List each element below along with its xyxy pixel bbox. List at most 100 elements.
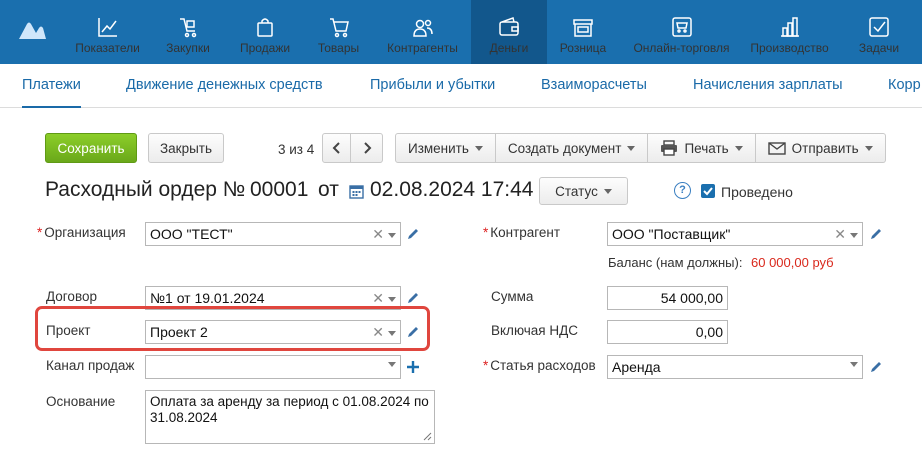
contract-value: №1 от 19.01.2024 xyxy=(150,290,265,306)
vat-label: Включая НДС xyxy=(491,323,579,338)
sales-channel-label: Канал продаж xyxy=(46,358,135,373)
status-label: Статус xyxy=(555,183,598,199)
sales-channel-field[interactable] xyxy=(145,355,401,379)
nav-item-tasks[interactable]: Задачи xyxy=(846,0,912,64)
document-title-prefix: Расходный ордер № xyxy=(45,178,246,201)
nav-label: Онлайн-торговля xyxy=(633,41,730,55)
balance-value: 60 000,00 руб xyxy=(751,255,834,270)
dropdown-arrow-icon[interactable] xyxy=(850,232,858,238)
status-dropdown[interactable]: Статус xyxy=(539,177,628,205)
wallet-icon xyxy=(499,17,519,36)
cart-icon xyxy=(329,18,349,38)
next-button[interactable] xyxy=(351,133,383,163)
counterparty-field[interactable]: ООО "Поставщик" ✕ xyxy=(607,222,863,246)
nav-item-goods[interactable]: Товары xyxy=(305,0,372,64)
basis-value: Оплата за аренду за период с 01.08.2024 … xyxy=(150,394,429,425)
clear-icon[interactable]: ✕ xyxy=(372,227,384,241)
send-label: Отправить xyxy=(791,140,859,156)
calendar-icon[interactable] xyxy=(349,184,364,199)
print-menu-button[interactable]: Печать xyxy=(648,133,756,163)
factory-icon xyxy=(780,17,799,37)
print-label: Печать xyxy=(684,140,729,156)
add-icon[interactable] xyxy=(406,360,420,374)
contract-label: Договор xyxy=(46,289,97,304)
nav-item-money[interactable]: Деньги xyxy=(471,0,547,64)
posted-label: Проведено xyxy=(721,184,793,200)
chevron-right-icon xyxy=(363,142,371,154)
basis-textarea[interactable]: Оплата за аренду за период с 01.08.2024 … xyxy=(145,390,435,444)
people-icon xyxy=(412,19,433,37)
edit-pencil-icon[interactable] xyxy=(869,360,883,374)
action-toolbar: Изменить Создать документ Печать Отправи… xyxy=(395,133,886,163)
organization-field[interactable]: ООО "ТЕСТ" ✕ xyxy=(145,222,401,246)
nav-label: Закупки xyxy=(166,41,210,55)
document-from-label: от xyxy=(318,178,339,201)
envelope-icon xyxy=(767,141,786,155)
edit-pencil-icon[interactable] xyxy=(406,291,420,305)
dropdown-arrow-icon[interactable] xyxy=(388,362,396,367)
dropdown-arrow-icon[interactable] xyxy=(388,232,396,238)
clear-icon[interactable]: ✕ xyxy=(834,227,846,241)
resize-handle-icon[interactable] xyxy=(423,432,432,441)
task-check-icon xyxy=(869,17,889,37)
edit-menu-button[interactable]: Изменить xyxy=(395,133,496,163)
nav-item-indicators[interactable]: Показатели xyxy=(66,0,149,64)
edit-pencil-icon[interactable] xyxy=(869,227,883,241)
dropdown-arrow-icon[interactable] xyxy=(388,296,396,302)
chevron-left-icon xyxy=(332,142,340,154)
nav-item-production[interactable]: Производство xyxy=(742,0,837,64)
close-button[interactable]: Закрыть xyxy=(148,133,224,163)
create-document-label: Создать документ xyxy=(507,140,622,156)
document-date[interactable]: 02.08.2024 17:44 xyxy=(370,178,534,202)
nav-item-retail[interactable]: Розница xyxy=(550,0,616,64)
printer-icon xyxy=(661,140,678,156)
tab-cash-flow[interactable]: Движение денежных средств xyxy=(126,77,323,93)
tab-settlements[interactable]: Взаиморасчеты xyxy=(541,77,647,93)
store-icon xyxy=(573,19,593,37)
organization-label: * Организация xyxy=(37,225,126,240)
create-document-menu-button[interactable]: Создать документ xyxy=(495,133,649,163)
pager-counter: 3 из 4 xyxy=(278,142,315,157)
chart-line-icon xyxy=(97,18,117,37)
nav-label: Товары xyxy=(317,41,360,55)
send-menu-button[interactable]: Отправить xyxy=(755,133,886,163)
save-button[interactable]: Сохранить xyxy=(45,133,137,163)
basis-label: Основание xyxy=(46,394,116,409)
clear-icon[interactable]: ✕ xyxy=(372,291,384,305)
online-store-icon xyxy=(671,17,692,37)
balance-label: Баланс (нам должны): xyxy=(608,255,743,270)
logo-icon[interactable] xyxy=(17,18,47,40)
prev-button[interactable] xyxy=(322,133,351,163)
tab-payroll[interactable]: Начисления зарплаты xyxy=(693,77,843,93)
posted-checkbox[interactable] xyxy=(701,184,715,198)
help-icon[interactable]: ? xyxy=(674,182,691,199)
edit-pencil-icon[interactable] xyxy=(406,227,420,241)
counterparty-label: * Контрагент xyxy=(483,225,561,240)
tab-corrections[interactable]: Корр xyxy=(888,77,921,93)
edit-label: Изменить xyxy=(408,140,469,156)
project-highlight-frame xyxy=(35,306,430,351)
nav-item-online-trade[interactable]: Онлайн-торговля xyxy=(628,0,735,64)
dropdown-arrow-icon[interactable] xyxy=(850,362,858,367)
caret-down-icon xyxy=(474,145,483,151)
document-number[interactable]: 00001 xyxy=(250,178,308,202)
expense-item-field[interactable]: Аренда xyxy=(607,355,863,379)
caret-down-icon xyxy=(603,188,612,194)
nav-item-counterparties[interactable]: Контрагенты xyxy=(374,0,471,64)
tab-profit-loss[interactable]: Прибыли и убытки xyxy=(370,77,495,93)
nav-label: Продажи xyxy=(239,41,291,55)
organization-label-text: Организация xyxy=(44,225,126,240)
vat-input[interactable]: 0,00 xyxy=(607,320,728,344)
sum-label: Сумма xyxy=(491,289,534,304)
nav-item-purchases[interactable]: Закупки xyxy=(152,0,224,64)
nav-label: Задачи xyxy=(858,41,900,55)
sum-input[interactable]: 54 000,00 xyxy=(607,286,728,310)
nav-label: Деньги xyxy=(489,41,529,55)
counterparty-label-text: Контрагент xyxy=(490,225,561,240)
tab-payments[interactable]: Платежи xyxy=(22,77,81,108)
expense-item-value: Аренда xyxy=(612,359,661,375)
sub-navigation: Платежи Движение денежных средств Прибыл… xyxy=(0,64,922,108)
counterparty-value: ООО "Поставщик" xyxy=(612,226,731,242)
nav-label: Показатели xyxy=(75,41,140,55)
nav-item-sales[interactable]: Продажи xyxy=(226,0,304,64)
